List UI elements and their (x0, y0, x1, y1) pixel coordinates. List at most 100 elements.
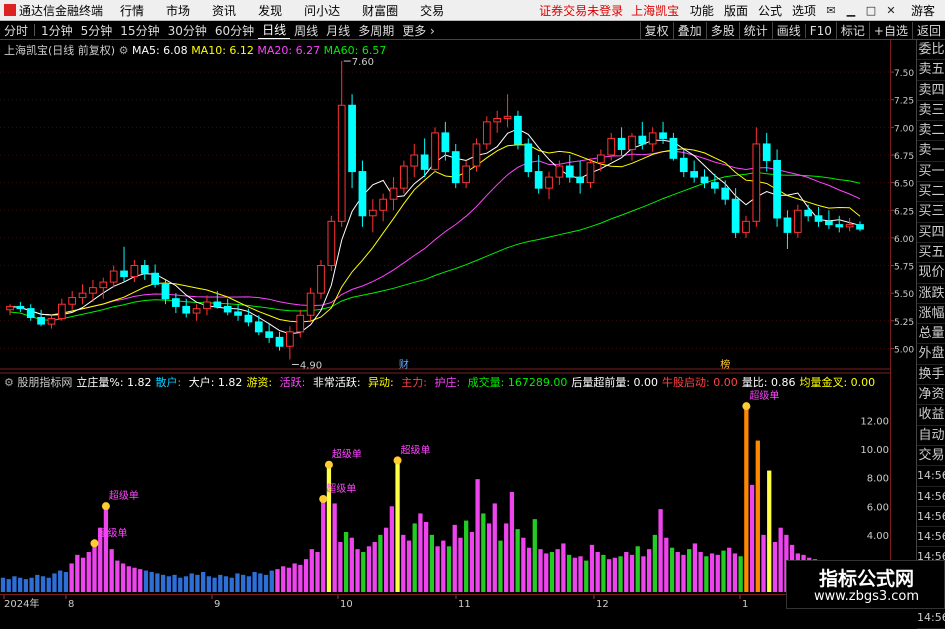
side-panel-item[interactable]: 14:56 (917, 527, 945, 548)
period-tab-monthly[interactable]: 月线 (322, 22, 354, 39)
indicator-bar[interactable] (704, 556, 709, 592)
indicator-bar[interactable] (464, 520, 469, 592)
maximize-icon[interactable]: □ (861, 0, 881, 21)
candle[interactable] (379, 193, 388, 222)
event-marker[interactable]: 榜 (720, 358, 730, 371)
candle[interactable] (503, 94, 512, 128)
indicator-bar[interactable] (189, 573, 194, 592)
indicator-bar[interactable] (115, 560, 120, 592)
event-marker[interactable]: 财 (399, 358, 409, 371)
indicator-chart-panel[interactable]: 超级单 超级单 超级单 超级单 超级单 超级单 12.00 10.00 8.00 6.00 4.00… (0, 372, 890, 594)
indicator-bar[interactable] (46, 577, 51, 592)
indicator-bar[interactable] (692, 543, 698, 592)
indicator-bar[interactable] (109, 549, 114, 592)
adjust-button[interactable]: 复权 (639, 22, 673, 39)
side-panel-item[interactable]: 买五 (917, 243, 945, 264)
indicator-bar[interactable] (744, 409, 749, 592)
indicator-bar[interactable] (698, 552, 703, 592)
side-panel-item[interactable]: 买二 (917, 182, 945, 203)
candle[interactable] (431, 127, 439, 172)
candle[interactable] (493, 110, 502, 133)
indicator-bar[interactable] (212, 577, 217, 592)
indicator-bar[interactable] (618, 556, 623, 592)
side-panel-item[interactable]: 委比 (917, 40, 945, 61)
candle[interactable] (482, 116, 491, 150)
indicator-bar[interactable] (343, 532, 349, 592)
indicator-bar[interactable] (315, 552, 320, 592)
indicator-bar[interactable] (749, 484, 755, 592)
indicator-bar[interactable] (601, 554, 606, 592)
indicator-bar[interactable] (132, 567, 137, 592)
indicator-bar[interactable] (0, 577, 6, 592)
indicator-bar[interactable] (521, 537, 526, 592)
indicator-bar[interactable] (183, 576, 189, 592)
indicator-bar[interactable] (149, 572, 154, 592)
indicator-bar[interactable] (446, 546, 452, 592)
candle[interactable] (441, 121, 450, 161)
menu-item-ask[interactable]: 问小达 (293, 2, 351, 19)
indicator-bar[interactable] (406, 540, 412, 592)
menu-item-layout[interactable]: 版面 (719, 2, 753, 19)
candle[interactable] (648, 127, 657, 152)
side-panel-item[interactable]: 总量 (917, 324, 945, 345)
candle[interactable] (203, 295, 211, 316)
indicator-bar[interactable] (526, 547, 532, 592)
candle[interactable] (47, 315, 56, 329)
side-panel-item[interactable]: 14:56 (917, 466, 945, 487)
menu-item-discover[interactable]: 发现 (247, 2, 293, 19)
candle[interactable] (783, 210, 792, 249)
side-panel-item[interactable]: 14:56 (917, 487, 945, 507)
indicator-bar[interactable] (275, 569, 280, 592)
indicator-bar[interactable] (732, 553, 738, 592)
indicator-bar[interactable] (572, 557, 577, 592)
candle[interactable] (462, 160, 470, 189)
candle[interactable] (669, 132, 678, 161)
indicator-bar[interactable] (492, 503, 497, 592)
period-tab-more[interactable]: 更多 › (398, 22, 439, 39)
side-panel-item[interactable]: 收益 (917, 405, 945, 426)
indicator-bar[interactable] (23, 579, 29, 592)
indicator-bar[interactable] (383, 527, 389, 592)
candle[interactable] (804, 204, 813, 222)
indicator-bar[interactable] (418, 513, 423, 592)
candle[interactable] (337, 61, 346, 227)
indicator-bar[interactable] (658, 509, 663, 592)
candle[interactable] (120, 246, 128, 283)
candle[interactable] (265, 324, 274, 343)
menu-item-wealth[interactable]: 财富圈 (351, 2, 409, 19)
candle[interactable] (565, 155, 574, 183)
candle[interactable] (628, 132, 636, 161)
indicator-bar[interactable] (252, 572, 257, 592)
indicator-bar[interactable] (138, 569, 143, 592)
indicator-bar[interactable] (338, 542, 343, 592)
indicator-bar[interactable] (584, 560, 589, 592)
candle[interactable] (514, 110, 522, 150)
indicator-bar[interactable] (298, 564, 303, 592)
indicator-bar[interactable] (218, 574, 223, 592)
indicator-bar[interactable] (58, 570, 63, 592)
indicator-bar[interactable] (389, 506, 394, 592)
indicator-bar[interactable] (612, 557, 617, 592)
indicator-bar[interactable] (715, 554, 720, 592)
candle[interactable] (762, 132, 771, 172)
side-panel-item[interactable]: 卖二 (917, 121, 945, 142)
indicator-bar[interactable] (395, 463, 400, 592)
indicator-bar[interactable] (738, 556, 743, 592)
indicator-bar[interactable] (767, 470, 772, 592)
indicator-bar[interactable] (52, 573, 57, 592)
indicator-bar[interactable] (595, 552, 600, 592)
indicator-bar[interactable] (486, 523, 492, 592)
candle[interactable] (845, 218, 854, 232)
indicator-bar[interactable] (589, 544, 595, 592)
envelope-icon[interactable]: ✉ (821, 0, 841, 21)
indicator-bar[interactable] (555, 549, 560, 592)
side-panel-item[interactable]: 买一 (917, 162, 945, 183)
indicator-bar[interactable] (332, 503, 337, 592)
multi-stock-button[interactable]: 多股 (705, 22, 739, 39)
side-panel-item[interactable]: 自动 (917, 426, 945, 446)
indicator-bar[interactable] (566, 554, 572, 592)
indicator-bar[interactable] (401, 534, 406, 592)
candle[interactable] (368, 199, 377, 233)
stats-button[interactable]: 统计 (738, 22, 772, 39)
candle[interactable] (856, 221, 864, 232)
